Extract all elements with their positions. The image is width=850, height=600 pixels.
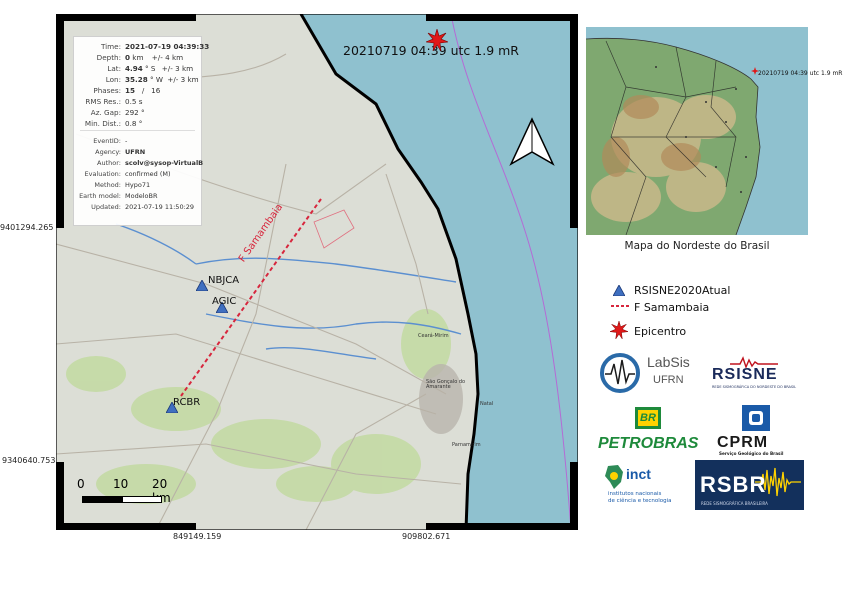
info-value: 2021-07-19 04:39:33 (125, 42, 210, 51)
meta-label: Author: (97, 159, 121, 167)
meta-label: Agency: (95, 148, 121, 156)
info-uncertainty: +/- 3 km (161, 64, 194, 73)
rsisne-subtext: REDE SISMOGRÁFICA DO NORDESTE DO BRASIL (712, 385, 797, 389)
info-label: Lat: (107, 64, 121, 73)
labsis-emblem-icon (600, 353, 640, 393)
labsis-subtext: UFRN (653, 374, 684, 386)
petrobras-badge-text: BR (638, 410, 658, 426)
petrobras-badge: BR (635, 407, 661, 429)
scale-segment-light (122, 496, 162, 503)
inct-subtext: de ciência e tecnologia (608, 498, 672, 504)
meta-value: confirmed (M) (125, 170, 171, 178)
meta-label: Evaluation: (84, 170, 122, 178)
station-label: RCBR (173, 397, 201, 408)
info-uncertainty: +/- 3 km (167, 75, 199, 84)
inct-map-icon (605, 465, 623, 489)
info-unit: km (130, 53, 144, 62)
info-label: Depth: (96, 53, 121, 62)
info-divider (80, 130, 195, 131)
info-unit: / 16 (135, 86, 161, 95)
info-value: 15 (125, 86, 136, 95)
scale-label: 0 (77, 477, 85, 491)
meta-value: UFRN (125, 148, 146, 156)
info-value: 0.8 ° (125, 119, 143, 128)
inct-subtext: institutos nacionais (608, 491, 662, 497)
rsbr-subtext: REDE SISMOGRÁFICA BRASILEIRA (701, 501, 768, 506)
rsbr-text: RSBR (700, 472, 767, 497)
cprm-subtext: Serviço Geológico do Brasil (719, 451, 784, 456)
legend-epicenter-icon (610, 321, 628, 339)
meta-value: scolv@sysop-VirtualB (125, 159, 204, 167)
x-tick-label: 849149.159 (173, 532, 222, 541)
legend-station-icon (613, 285, 625, 296)
info-unit: ° W (147, 75, 164, 84)
cprm-logo: CPRM Serviço Geológico do Brasil (712, 405, 802, 457)
meta-value: Hypo71 (125, 181, 151, 189)
scale-bar: 0 10 20 km (72, 477, 187, 511)
x-tick-label: 909802.671 (402, 532, 451, 541)
inset-canvas (586, 27, 808, 235)
inset-map[interactable] (586, 27, 808, 235)
town-label: São Gonçalo do Amarante (426, 379, 466, 390)
info-label: Az. Gap: (90, 108, 121, 117)
info-unit: ° S (142, 64, 156, 73)
inct-text: inct (626, 466, 651, 482)
info-value: 0.5 s (125, 97, 143, 106)
petrobras-text: PETROBRAS (598, 435, 699, 452)
y-tick-label: 9401294.265 (0, 223, 54, 232)
station-label: NBJCA (208, 275, 240, 286)
meta-label: Method: (94, 181, 121, 189)
info-label: Phases: (93, 86, 121, 95)
y-tick-label: 9340640.753 (2, 456, 56, 465)
info-label: Time: (100, 42, 121, 51)
meta-value: ModeloBR (125, 192, 158, 200)
urban-area (419, 364, 463, 434)
rsbr-logo: RSBR REDE SISMOGRÁFICA BRASILEIRA (695, 460, 804, 510)
info-label: RMS Res.: (85, 97, 121, 106)
info-uncertainty: +/- 4 km (151, 53, 184, 62)
station-label: AGIC (212, 296, 237, 307)
station-marker-icon[interactable] (196, 280, 208, 291)
inset-event-label: 20210719 04:39 utc 1.9 mR (758, 70, 843, 77)
meta-value: - (125, 137, 128, 145)
epicenter-star-icon[interactable] (426, 29, 448, 51)
labsis-text: LabSis (647, 354, 690, 370)
meta-label: EventID: (93, 137, 121, 145)
cprm-emblem-icon (742, 405, 770, 431)
labsis-logo: LabSis UFRN (597, 350, 697, 398)
info-value: 4.94 (125, 64, 143, 73)
town-label: Ceará-Mirim (418, 333, 449, 339)
scale-label: 10 (113, 477, 129, 491)
town-label: Natal (480, 401, 494, 407)
legend-fault-label: F Samambaia (634, 301, 710, 314)
event-info-panel: Time: 2021-07-19 04:39:33 Depth: 0 km +/- … (73, 36, 209, 226)
info-value: 292 ° (125, 108, 145, 117)
cprm-text: CPRM (717, 434, 769, 451)
rsisne-logo: RSISNE REDE SISMOGRÁFICA DO NORDESTE DO … (710, 356, 800, 396)
legend-station-label: RSISNE2020Atual (634, 284, 731, 297)
petrobras-logo: BR PETROBRAS (598, 405, 698, 457)
inct-logo: inct institutos nacionais de ciência e t… (598, 462, 690, 510)
town-label: Parnamirim (452, 442, 481, 448)
info-label: Lon: (105, 75, 121, 84)
inset-caption: Mapa do Nordeste do Brasil (624, 240, 770, 252)
info-value: 35.28 (125, 75, 148, 84)
meta-label: Earth model: (79, 192, 121, 200)
meta-label: Updated: (91, 203, 121, 211)
legend-fault-icon (611, 305, 629, 307)
meta-value: 2021-07-19 11:50:29 (125, 203, 195, 211)
legend-epicenter-label: Epicentro (634, 325, 687, 338)
scale-segment-dark (82, 496, 122, 503)
info-label: Min. Dist.: (84, 119, 121, 128)
rsisne-text: RSISNE (712, 366, 778, 383)
